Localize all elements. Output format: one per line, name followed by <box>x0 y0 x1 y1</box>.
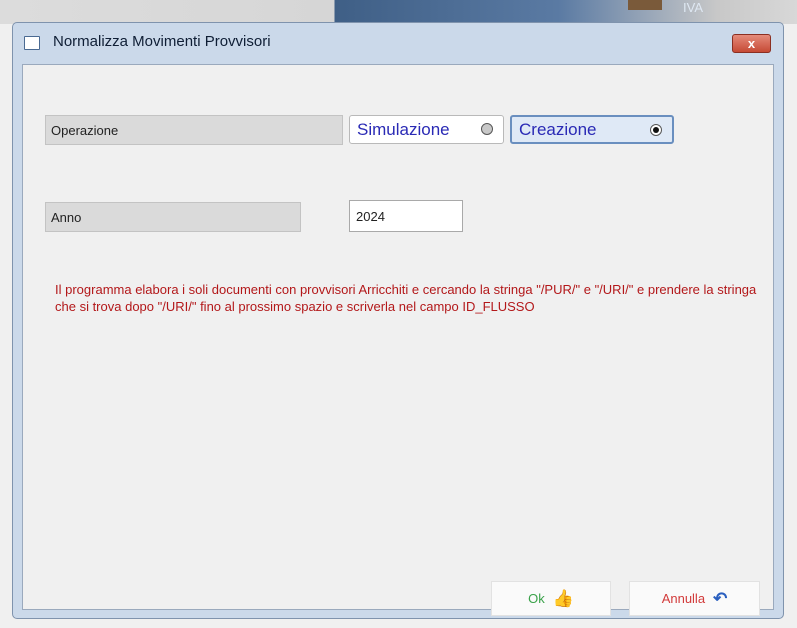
simulation-radio-label: Simulazione <box>357 119 450 139</box>
radio-unchecked-icon <box>481 123 493 135</box>
operation-label: Operazione <box>45 115 343 145</box>
desktop-background <box>0 0 797 24</box>
simulation-radio[interactable]: Simulazione <box>349 115 504 144</box>
window-icon <box>24 36 40 50</box>
ok-button[interactable]: Ok 👍 <box>491 581 611 616</box>
undo-icon: ↶ <box>713 588 728 608</box>
desktop-app-icon <box>628 0 662 10</box>
creation-radio-label: Creazione <box>519 119 597 139</box>
desktop-tag: IVA <box>683 0 703 15</box>
ok-button-label: Ok <box>528 591 545 606</box>
creation-radio[interactable]: Creazione <box>510 115 674 144</box>
cancel-button-label: Annulla <box>661 591 706 606</box>
thumbs-up-icon: 👍 <box>552 588 574 608</box>
year-label: Anno <box>45 202 301 232</box>
close-button[interactable]: x <box>732 34 771 53</box>
radio-checked-icon <box>650 124 662 136</box>
year-input[interactable] <box>349 200 463 232</box>
title-bar: Normalizza Movimenti Provvisori x <box>13 23 783 63</box>
dialog-client-area: Operazione Simulazione Creazione Anno Il… <box>22 64 774 616</box>
normalizza-dialog: Normalizza Movimenti Provvisori x Operaz… <box>12 22 784 619</box>
info-message: Il programma elabora i soli documenti co… <box>55 282 757 314</box>
cancel-button[interactable]: Annulla ↶ <box>629 581 760 616</box>
window-title: Normalizza Movimenti Provvisori <box>53 33 271 50</box>
